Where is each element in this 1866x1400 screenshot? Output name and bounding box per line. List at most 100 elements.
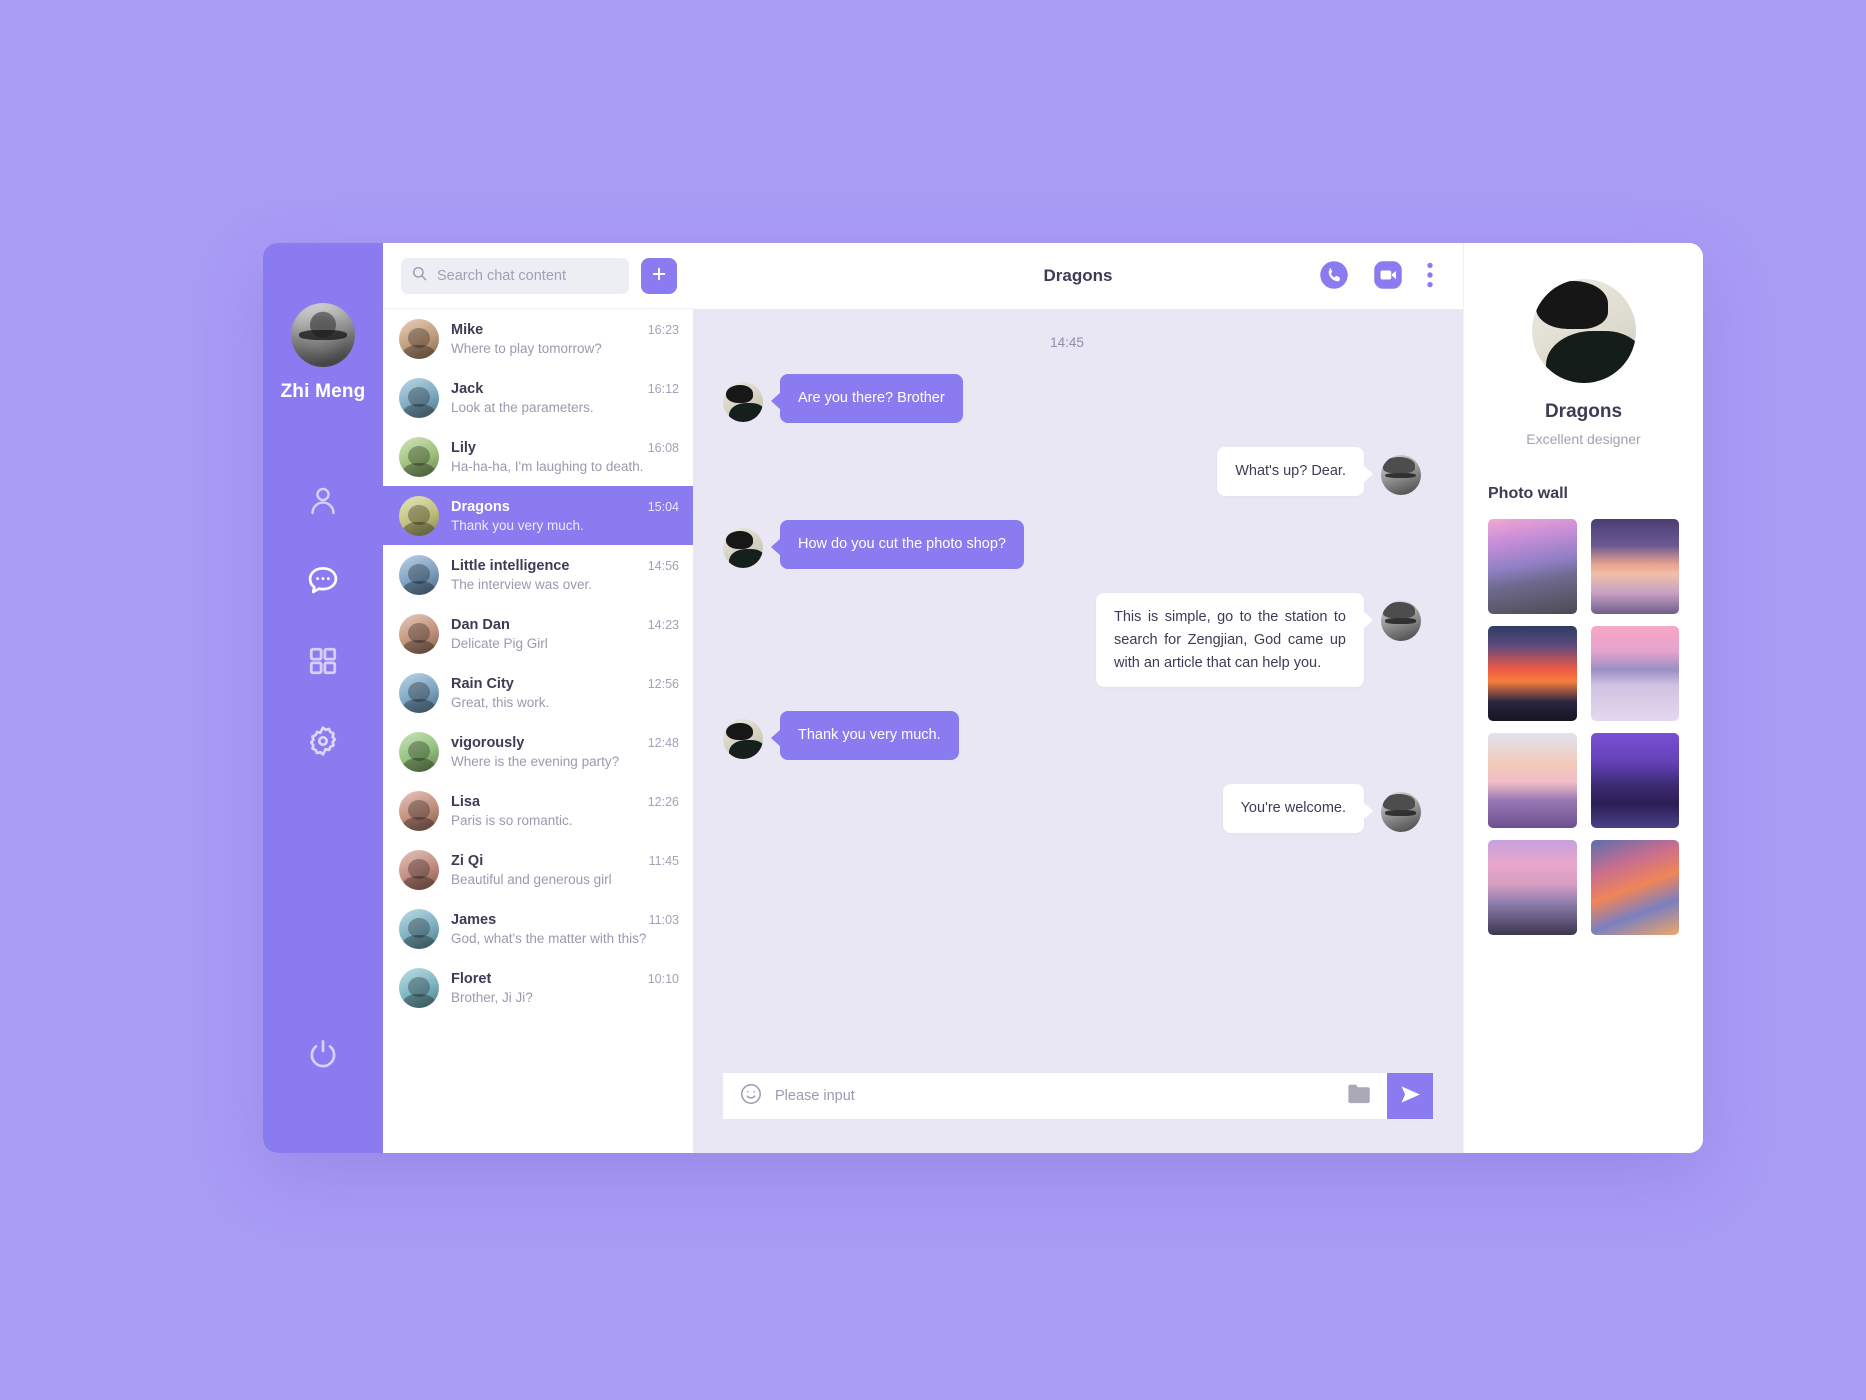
chat-list-item-header: Lisa 12:26 (451, 794, 679, 810)
chat-list-item-snippet: Look at the parameters. (451, 399, 594, 415)
chat-list-item-name: Little intelligence (451, 557, 570, 574)
profile-role: Excellent designer (1526, 431, 1641, 447)
sidebar-item-chats[interactable] (297, 555, 349, 607)
search-box[interactable] (401, 257, 629, 294)
avatar (399, 495, 439, 536)
message-input[interactable] (775, 1088, 1335, 1104)
chat-list-item-snippet: Ha-ha-ha, I'm laughing to death. (451, 458, 644, 474)
chat-list-item[interactable]: Lisa 12:26 Paris is so romantic. (383, 781, 693, 840)
message-timestamp: 14:45 (1050, 335, 1084, 350)
chat-list-item[interactable]: James 11:03 God, what's the matter with th… (383, 899, 693, 958)
video-call-button[interactable] (1373, 260, 1403, 293)
photo-thumbnail[interactable] (1488, 626, 1577, 721)
avatar[interactable] (1381, 454, 1421, 495)
profile-pane: Dragons Excellent designer Photo wall (1463, 243, 1703, 1153)
chat-list-item-time: 14:56 (647, 558, 679, 573)
chat-list-item-time: 14:23 (647, 617, 679, 632)
chat-list-item[interactable]: Dan Dan 14:23 Delicate Pig Girl (383, 604, 693, 663)
avatar (399, 731, 439, 772)
chat-list-item[interactable]: Mike 16:23 Where to play tomorrow? (383, 309, 693, 368)
chat-list-item-header: Dragons 15:04 (451, 499, 679, 515)
message-bubble: You're welcome. (1222, 784, 1374, 834)
list-toolbar (383, 243, 693, 309)
sidebar-item-power[interactable] (297, 1029, 349, 1081)
avatar (399, 377, 439, 418)
chat-list-item-main: Jack 16:12 Look at the parameters. (451, 381, 679, 415)
message-bubble: Are you there? Brother (771, 374, 963, 423)
chat-list-item[interactable]: Zi Qi 11:45 Beautiful and generous girl (383, 840, 693, 899)
avatar[interactable] (723, 382, 763, 422)
sidebar-item-apps[interactable] (297, 635, 349, 687)
avatar-hair (1535, 281, 1609, 329)
smiley-face-icon[interactable] (739, 1082, 763, 1111)
chat-list-item-name: Jack (451, 380, 484, 397)
send-button[interactable] (1387, 1073, 1433, 1119)
chat-list-item-header: Jack 16:12 (451, 381, 679, 397)
grid-apps-icon (307, 645, 339, 677)
photo-thumbnail[interactable] (1488, 733, 1577, 828)
chat-list-item-snippet: Where is the evening party? (451, 753, 620, 769)
chat-list-item[interactable]: Jack 16:12 Look at the parameters. (383, 368, 693, 427)
avatar[interactable] (1381, 600, 1421, 641)
avatar[interactable] (723, 527, 763, 568)
chat-list-item-time: 16:08 (647, 440, 679, 455)
chat-list-item-snippet: Delicate Pig Girl (451, 635, 548, 651)
conversation-header: Dragons (693, 243, 1463, 309)
chat-list-item-main: Floret 10:10 Brother, Ji Ji? (451, 971, 679, 1005)
chat-list-item-time: 11:03 (648, 912, 679, 927)
chat-list-item[interactable]: Dragons 15:04 Thank you very much. (383, 486, 693, 545)
add-chat-button[interactable] (641, 257, 677, 294)
photo-thumbnail[interactable] (1590, 733, 1679, 828)
chat-list-item-name: James (451, 911, 497, 928)
composer-box[interactable] (723, 1073, 1387, 1119)
message-out: This is simple, go to the station to sea… (723, 592, 1421, 688)
more-vertical-icon (1427, 262, 1433, 291)
photo-wall-title: Photo wall (1488, 485, 1568, 502)
avatar (399, 318, 439, 359)
message-bubble: Thank you very much. (771, 711, 959, 761)
avatar (1531, 279, 1636, 383)
avatar (399, 849, 439, 890)
conversation-actions (1319, 260, 1433, 293)
chat-list[interactable]: Mike 16:23 Where to play tomorrow? Jack 16:1… (383, 309, 693, 1153)
chat-list-item-name: Dragons (451, 498, 510, 515)
chat-list-item[interactable]: Lily 16:08 Ha-ha-ha, I'm laughing to death… (383, 427, 693, 486)
avatar[interactable] (291, 303, 355, 367)
chat-list-item[interactable]: vigorously 12:48 Where is the evening part… (383, 722, 693, 781)
chat-list-item-snippet: The interview was over. (451, 576, 593, 592)
chat-list-item-snippet: God, what's the matter with this? (451, 930, 647, 946)
photo-thumbnail[interactable] (1488, 519, 1577, 614)
chat-list-item-main: Lisa 12:26 Paris is so romantic. (451, 794, 679, 828)
chat-list-item[interactable]: Floret 10:10 Brother, Ji Ji? (383, 958, 693, 1017)
photo-thumbnail[interactable] (1590, 626, 1679, 721)
sidebar-item-settings[interactable] (297, 715, 349, 767)
chat-list-item-main: James 11:03 God, what's the matter with th… (451, 912, 679, 946)
chat-list-item[interactable]: Little intelligence 14:56 The interview wa… (383, 545, 693, 604)
avatar[interactable] (1381, 792, 1421, 833)
chat-list-item-main: Rain City 12:56 Great, this work. (451, 676, 679, 710)
search-input[interactable] (437, 267, 619, 284)
chat-list-item-time: 12:26 (647, 794, 679, 809)
chat-list-item[interactable]: Rain City 12:56 Great, this work. (383, 663, 693, 722)
avatar-body (402, 875, 436, 890)
chat-list-item-time: 11:45 (648, 853, 679, 868)
photo-thumbnail[interactable] (1590, 519, 1679, 614)
avatar (399, 613, 439, 654)
photo-thumbnail[interactable] (1590, 840, 1679, 935)
avatar-body (402, 639, 436, 654)
photo-thumbnail[interactable] (1488, 840, 1577, 935)
avatar (399, 554, 439, 595)
avatar-body (402, 462, 436, 477)
voice-call-button[interactable] (1319, 260, 1349, 293)
more-options-button[interactable] (1427, 262, 1433, 291)
avatar[interactable] (723, 719, 763, 760)
avatar-body (402, 993, 436, 1008)
avatar-body (402, 816, 436, 831)
folder-icon[interactable] (1347, 1083, 1373, 1110)
chat-list-item-header: Mike 16:23 (451, 322, 679, 338)
chat-list-item-header: vigorously 12:48 (451, 735, 679, 751)
sidebar-item-contacts[interactable] (297, 475, 349, 527)
avatar (399, 967, 439, 1008)
chat-list-item-header: Dan Dan 14:23 (451, 617, 679, 633)
avatar-body (402, 580, 436, 595)
